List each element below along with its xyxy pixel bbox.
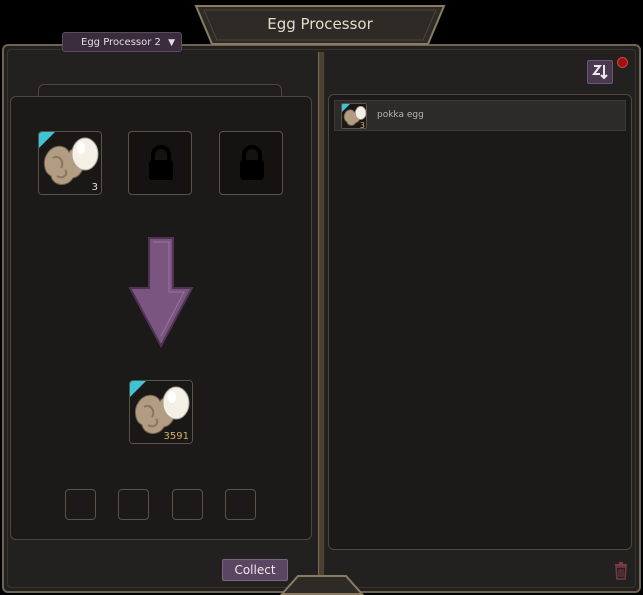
bottom-ornament <box>280 575 364 595</box>
lock-icon <box>240 145 264 180</box>
output-slot[interactable]: 3591 <box>129 380 193 444</box>
output-slot-count: 3591 <box>163 431 189 442</box>
trash-icon[interactable] <box>614 562 628 580</box>
input-slot-2-locked <box>128 131 192 195</box>
input-slot-count: 3 <box>91 182 98 193</box>
extra-slot-4[interactable] <box>225 489 256 520</box>
rarity-marker <box>39 132 55 148</box>
inventory-item-thumb: 3 <box>341 103 367 129</box>
rarity-marker <box>130 381 146 397</box>
window-title: Egg Processor <box>267 15 373 33</box>
extra-slot-1[interactable] <box>65 489 96 520</box>
title-tab: Egg Processor <box>192 2 448 46</box>
extra-slot-2[interactable] <box>118 489 149 520</box>
panel-divider <box>318 52 325 582</box>
inventory-item-count: 3 <box>359 121 365 129</box>
inventory-item[interactable]: 3 pokka egg <box>334 100 626 131</box>
rarity-marker <box>342 104 350 112</box>
inventory-panel <box>328 94 632 550</box>
input-slot-1[interactable]: 3 <box>38 131 102 195</box>
collect-button[interactable]: Collect <box>222 559 288 581</box>
close-icon[interactable] <box>617 57 628 68</box>
input-slot-3-locked <box>219 131 283 195</box>
arrow-down-icon <box>128 237 194 348</box>
extra-slot-3[interactable] <box>172 489 203 520</box>
inventory-item-name: pokka egg <box>377 110 424 120</box>
egg-processor-window: Egg Processor Egg Processor 2 ▼ 3 3591 C… <box>0 0 643 595</box>
lock-icon <box>149 145 173 180</box>
processor-select[interactable]: Egg Processor 2 ▼ <box>62 32 182 52</box>
sort-icon <box>592 65 608 80</box>
sort-button[interactable] <box>587 60 613 84</box>
processor-select-value: Egg Processor 2 <box>81 37 161 48</box>
chevron-down-icon: ▼ <box>168 38 175 48</box>
